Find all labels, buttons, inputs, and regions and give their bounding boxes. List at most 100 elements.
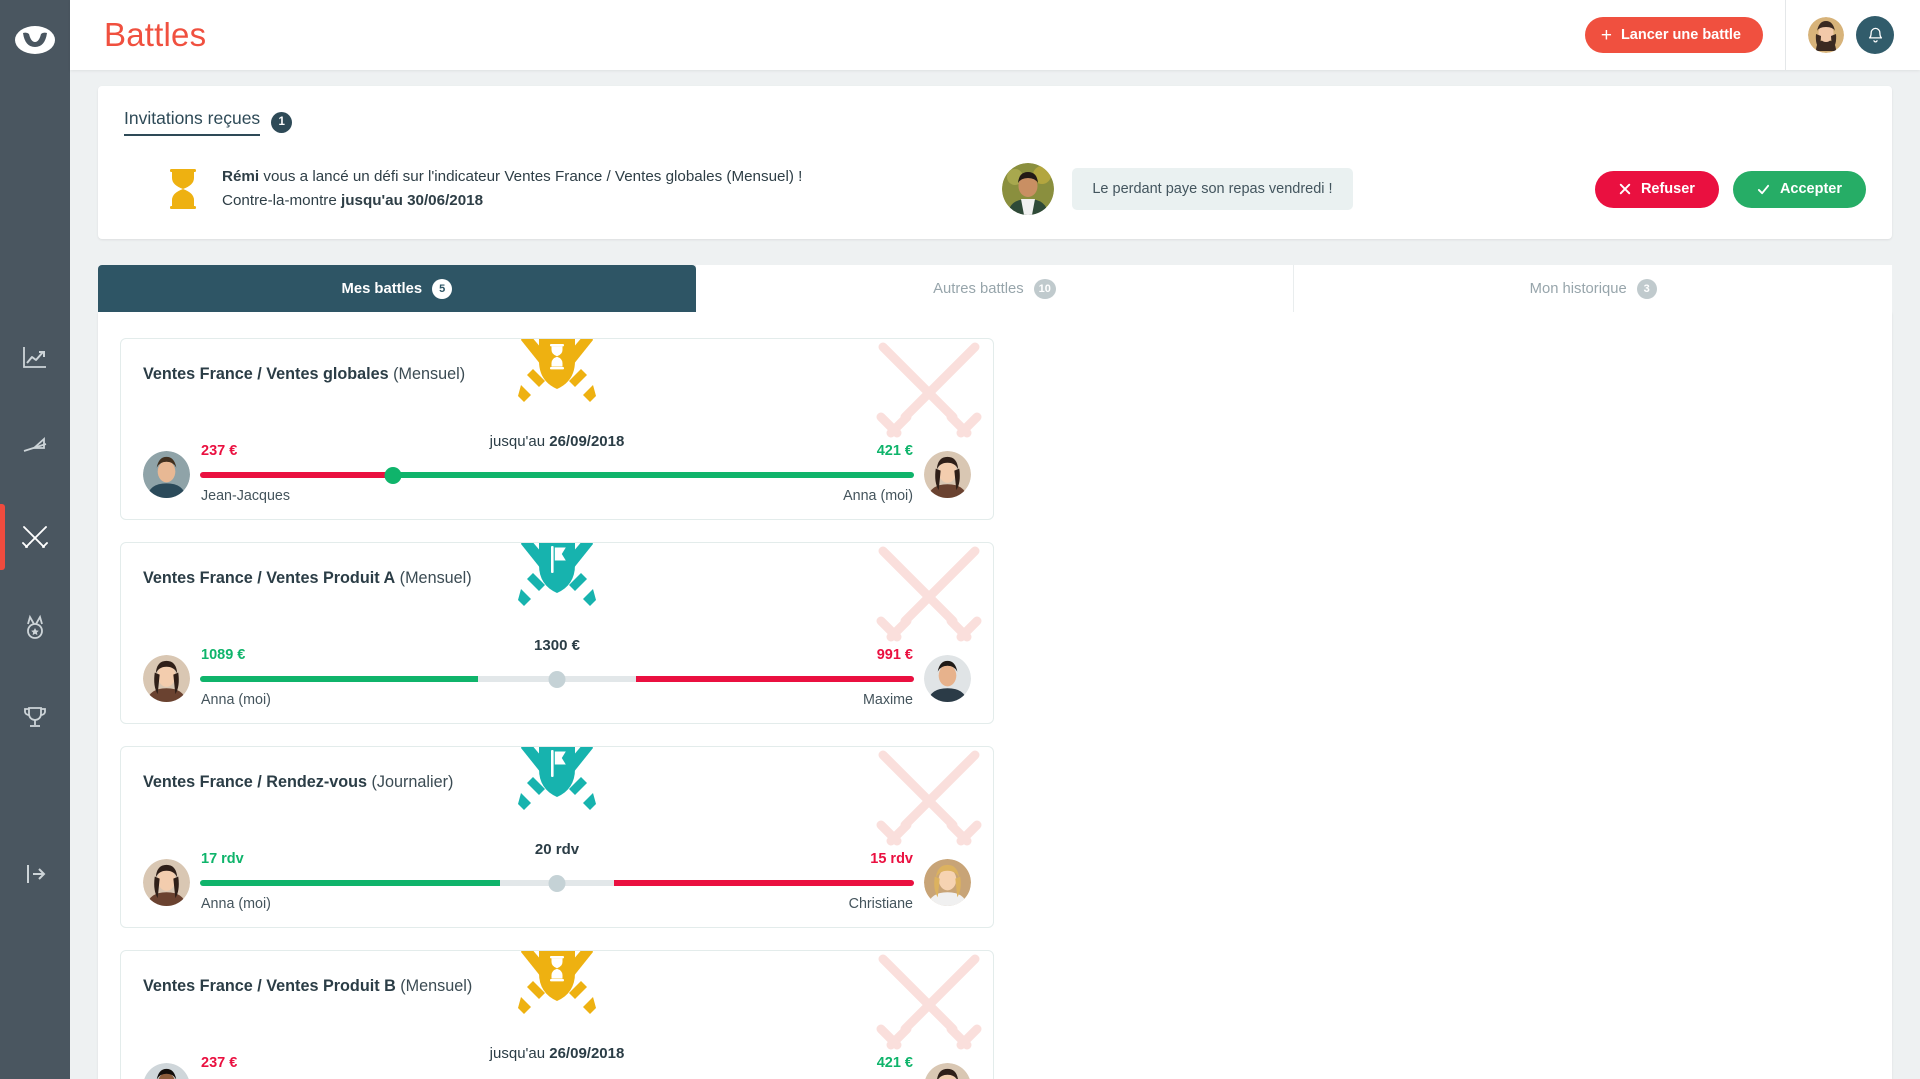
participant-avatar [143,451,190,498]
avatar[interactable] [1808,17,1844,53]
trophy-icon [24,707,46,727]
participant-name: Jean-Jacques [201,488,291,504]
invitation-line-1-rest: vous a lancé un défi sur l'indicateur Ve… [259,168,803,186]
invitation-row: Rémi vous a lancé un défi sur l'indicate… [124,163,1866,215]
sidebar-item-trophies[interactable] [0,672,70,762]
app-root: Battles + Lancer une battle Invitations … [0,0,1920,1079]
invitation-line-1: Rémi vous a lancé un défi sur l'indicate… [222,165,802,189]
tab-label: Autres battles [933,280,1024,297]
battle-title: Ventes France / Ventes Produit A (Mensue… [143,569,472,588]
participant-avatar [143,655,190,702]
participant-name: Anna (moi) [201,896,271,912]
participant-avatar [924,1063,971,1079]
battle-slider[interactable]: 237 € Jean-Jacques 421 € Anna (moi) [200,443,914,519]
battle-indicator-name: Ventes France / Rendez-vous [143,773,368,791]
crossed-swords-watermark-icon [865,543,993,663]
participant-value: 17 rdv [201,851,244,867]
participant-name: Anna (moi) [843,488,913,504]
battle-card[interactable]: Ventes France / Ventes Produit A (Mensue… [120,542,994,724]
battle-goal-label: jusqu'au 26/09/2018 [490,1045,625,1062]
tab-count-badge: 3 [1636,278,1657,299]
battle-indicator-name: Ventes France / Ventes Produit B [143,977,396,995]
hourglass-icon [170,169,196,209]
check-icon [1757,184,1770,194]
crossed-swords-watermark-icon [865,747,993,867]
slider-track [200,472,914,478]
refuse-label: Refuser [1640,181,1695,197]
tab-mon-historique[interactable]: Mon historique 3 [1294,265,1893,312]
battle-crest-flag-icon [505,747,609,823]
flag-goal-icon [23,436,47,452]
battle-goal-value: 20 rdv [534,841,580,858]
participant-avatar [924,859,971,906]
slider-segment-right [392,472,914,478]
user-avatar-icon [1808,17,1844,53]
battle-card[interactable]: Ventes France / Ventes Produit B (Mensue… [120,950,994,1079]
invitation-actions: Refuser Accepter [1594,170,1866,208]
battle-title: Ventes France / Ventes Produit B (Mensue… [143,977,472,996]
crossed-swords-watermark-icon [865,951,993,1071]
battle-card[interactable]: Ventes France / Ventes globales (Mensuel… [120,338,994,520]
notifications-button[interactable] [1856,16,1894,54]
participant-avatar [143,859,190,906]
slider-knob[interactable] [548,875,566,892]
app-logo-icon[interactable] [13,18,57,62]
battles-panel: Ventes France / Ventes globales (Mensuel… [98,312,1892,1079]
sidebar-nav [0,312,70,762]
medal-icon [27,614,43,639]
launch-battle-button[interactable]: + Lancer une battle [1584,17,1763,53]
invitation-line-2: Contre-la-montre jusqu'au 30/06/2018 [222,189,802,213]
participant-name: Christiane [848,896,913,912]
sidebar-item-analytics[interactable] [0,312,70,402]
battle-period: (Mensuel) [388,365,466,383]
participant-value: 421 € [876,443,913,459]
slider-segment-right [635,676,914,682]
battle-goal-value: 26/09/2018 [549,433,625,450]
tab-count-badge: 5 [432,278,453,299]
participant-avatar [924,655,971,702]
invitation-deadline: jusqu'au 30/06/2018 [341,192,484,209]
invitations-panel: Invitations reçues 1 Rémi vous a lancé u… [98,86,1892,239]
close-icon [1619,183,1631,195]
participant-name: Anna (moi) [201,692,271,708]
sidebar-item-objectives[interactable] [0,402,70,492]
content-area: Invitations reçues 1 Rémi vous a lancé u… [70,70,1920,1079]
tab-autres-battles[interactable]: Autres battles 10 [695,265,1295,312]
battle-progress-row: 1089 € Anna (moi) 991 € Maxime [121,647,993,723]
invitation-mode-label: Contre-la-montre [222,192,342,209]
invitation-sender-avatar [1002,163,1055,215]
slider-knob[interactable] [548,671,566,688]
tab-count-badge: 10 [1033,278,1056,299]
battle-title: Ventes France / Ventes globales (Mensuel… [143,365,465,384]
battle-slider[interactable]: 1089 € Anna (moi) 991 € Maxime [200,647,914,723]
participant-value: 237 € [201,1055,238,1071]
battle-card[interactable]: Ventes France / Rendez-vous (Journalier)… [120,746,994,928]
battle-title: Ventes France / Rendez-vous (Journalier) [143,773,453,792]
tab-mes-battles[interactable]: Mes battles 5 [98,265,696,312]
battle-slider[interactable]: 237 €Xavier421 €Anna (moi) [200,1055,914,1079]
tab-label: Mon historique [1529,280,1627,297]
slider-segment-left [200,472,393,478]
participant-value: 237 € [201,443,238,459]
sidebar-item-badges[interactable] [0,582,70,672]
logout-button[interactable] [0,859,70,889]
plus-icon: + [1600,24,1612,46]
tab-label: Mes battles [341,280,423,297]
sidebar-item-battles[interactable] [0,492,70,582]
battle-period: (Mensuel) [395,977,473,995]
battle-goal-prefix: jusqu'au [489,1045,550,1062]
accept-label: Accepter [1779,181,1842,197]
invitation-sender-name: Rémi [222,168,260,186]
battle-progress-row: 17 rdv Anna (moi) 15 rdv Christiane [121,851,993,927]
participant-value: 991 € [876,647,913,663]
battle-goal-value: 26/09/2018 [549,1045,625,1062]
slider-knob[interactable] [384,467,402,484]
battle-goal-label: 20 rdv [535,841,579,858]
accept-button[interactable]: Accepter [1732,170,1866,208]
battle-goal-value: 1300 € [534,637,580,654]
participant-value: 421 € [876,1055,913,1071]
slider-segment-left [200,880,500,886]
battle-slider[interactable]: 17 rdv Anna (moi) 15 rdv Christiane [200,851,914,927]
invitation-message: Le perdant paye son repas vendredi ! [1072,168,1353,210]
refuse-button[interactable]: Refuser [1594,170,1719,208]
